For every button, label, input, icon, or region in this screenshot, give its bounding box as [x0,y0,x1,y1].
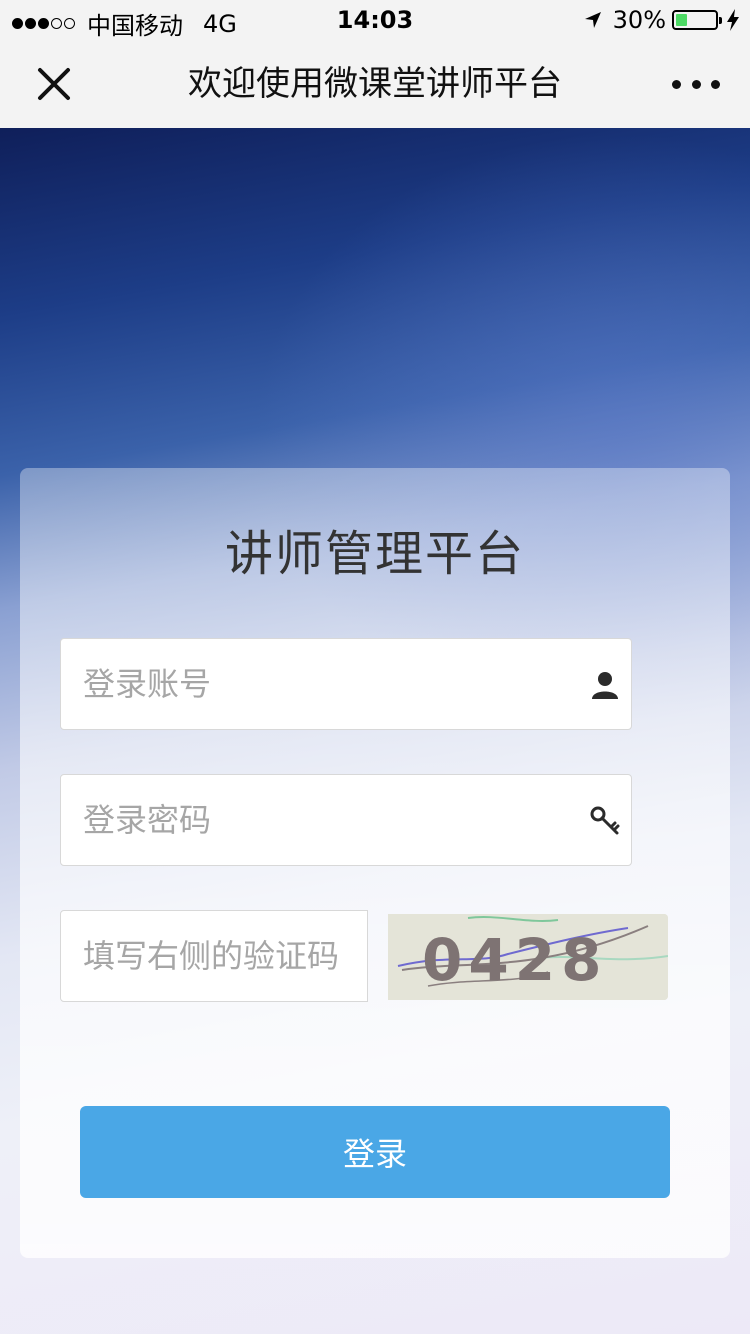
login-button[interactable]: 登录 [80,1106,670,1198]
captcha-graphic: 0428 [388,914,668,1000]
status-right: 30% [583,6,740,34]
location-arrow-icon [584,12,601,28]
battery-icon [672,10,722,30]
user-icon [592,672,618,699]
nav-bar: 欢迎使用微课堂讲师平台 [0,40,750,128]
captcha-code: 0428 [422,926,607,994]
page-title: 欢迎使用微课堂讲师平台 [188,64,562,104]
captcha-input[interactable] [61,911,367,1001]
battery-fill [676,14,688,26]
status-bar: 中国移动 4G 14:03 30% [0,0,750,40]
key-icon [590,806,620,835]
card-title: 讲师管理平台 [224,526,525,582]
password-field [60,774,632,866]
account-field [60,638,632,730]
close-icon[interactable] [32,62,76,106]
more-icon[interactable] [672,68,720,100]
charging-bolt-icon [727,9,739,31]
battery-percentage: 30% [612,6,666,34]
captcha-field [60,910,368,1002]
captcha-image[interactable]: 0428 [388,914,668,1000]
account-input[interactable] [61,639,631,729]
password-input[interactable] [61,775,631,865]
